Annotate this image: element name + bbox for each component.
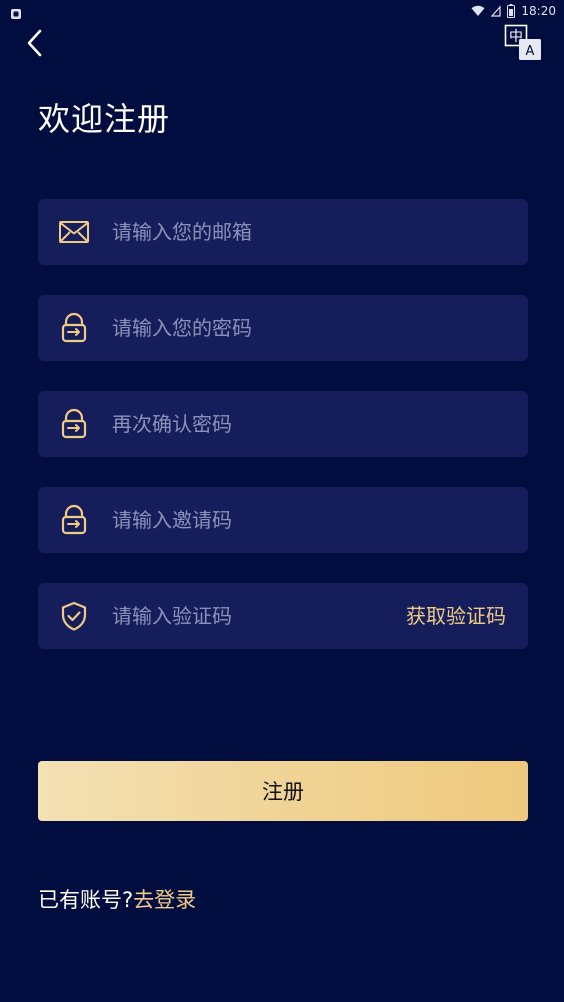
mail-icon <box>58 216 90 248</box>
battery-icon <box>507 4 516 18</box>
email-input[interactable] <box>112 199 402 265</box>
login-link[interactable]: 去登录 <box>133 888 196 912</box>
password-input[interactable] <box>112 295 402 361</box>
chevron-left-icon <box>27 29 42 57</box>
status-bar: 18:20 <box>0 0 564 22</box>
status-icons: 18:20 <box>471 2 556 20</box>
language-switch-button[interactable]: 中 A <box>504 24 544 64</box>
email-field <box>38 199 528 265</box>
verification-code-input[interactable] <box>112 583 402 649</box>
back-button[interactable] <box>22 26 50 60</box>
lock-icon <box>58 504 90 536</box>
translate-icon-en: A <box>526 44 535 59</box>
register-button[interactable]: 注册 <box>38 761 528 821</box>
login-prompt: 已有账号?去登录 <box>38 884 196 914</box>
signal-icon <box>491 5 502 17</box>
lock-icon <box>58 312 90 344</box>
verification-code-field: 获取验证码 <box>38 583 528 649</box>
password-field <box>38 295 528 361</box>
invite-code-field <box>38 487 528 553</box>
status-time: 18:20 <box>521 4 556 18</box>
lock-icon <box>58 408 90 440</box>
notification-icon <box>10 5 22 19</box>
login-prompt-text: 已有账号? <box>38 888 134 912</box>
invite-code-input[interactable] <box>112 487 402 553</box>
shield-check-icon <box>58 600 90 632</box>
wifi-icon <box>471 5 485 17</box>
get-code-button[interactable]: 获取验证码 <box>406 583 506 649</box>
page-title: 欢迎注册 <box>38 100 171 138</box>
confirm-password-input[interactable] <box>112 391 402 457</box>
confirm-password-field <box>38 391 528 457</box>
translate-icon: 中 A <box>504 24 541 60</box>
